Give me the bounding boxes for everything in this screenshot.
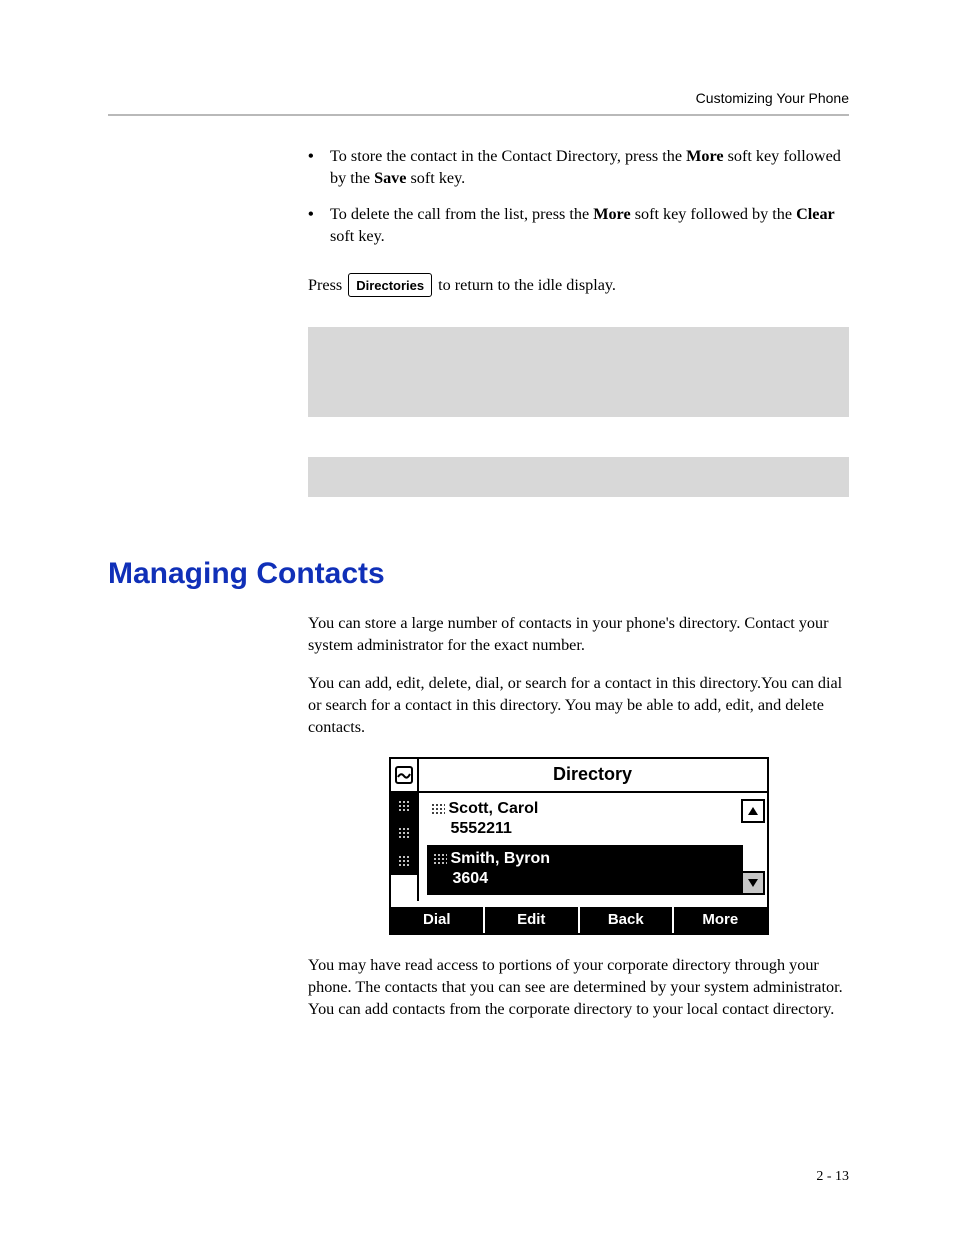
softkey-edit[interactable]: Edit: [485, 907, 580, 933]
contact-icon: [431, 803, 445, 815]
note-placeholder: [308, 327, 849, 417]
contact-number: 5552211: [431, 819, 739, 839]
phone-status-icon: [391, 759, 419, 791]
softkey-more[interactable]: More: [674, 907, 767, 933]
contact-entry[interactable]: Scott, Carol 5552211: [427, 797, 743, 843]
press-instruction: Press Directories to return to the idle …: [308, 273, 849, 297]
bullet-item: • To delete the call from the list, pres…: [308, 204, 849, 248]
body-paragraph: You may have read access to portions of …: [308, 955, 849, 1021]
contact-icon: [433, 853, 447, 865]
page-number: 2 - 13: [816, 1169, 849, 1185]
phone-line-icons: [391, 793, 419, 901]
scroll-down-icon[interactable]: [741, 871, 765, 895]
directories-button[interactable]: Directories: [348, 273, 432, 297]
phone-screen-figure: Directory Scott, Carol 5552211: [389, 757, 769, 935]
contact-number: 3604: [433, 869, 737, 889]
contact-entry-selected[interactable]: Smith, Byron 3604: [427, 845, 743, 895]
bullet-dot-icon: •: [308, 146, 330, 190]
header-rule: [108, 114, 849, 116]
section-heading: Managing Contacts: [108, 557, 849, 591]
bullet-item: • To store the contact in the Contact Di…: [308, 146, 849, 190]
bullet-dot-icon: •: [308, 204, 330, 248]
body-paragraph: You can add, edit, delete, dial, or sear…: [308, 673, 849, 739]
note-placeholder: [308, 457, 849, 497]
softkey-back[interactable]: Back: [580, 907, 675, 933]
scroll-up-icon[interactable]: [741, 799, 765, 823]
page-header: Customizing Your Phone: [108, 90, 849, 106]
body-paragraph: You can store a large number of contacts…: [308, 613, 849, 657]
bullet-text: To delete the call from the list, press …: [330, 204, 849, 248]
softkey-dial[interactable]: Dial: [391, 907, 486, 933]
phone-screen-title: Directory: [419, 759, 767, 791]
bullet-text: To store the contact in the Contact Dire…: [330, 146, 849, 190]
